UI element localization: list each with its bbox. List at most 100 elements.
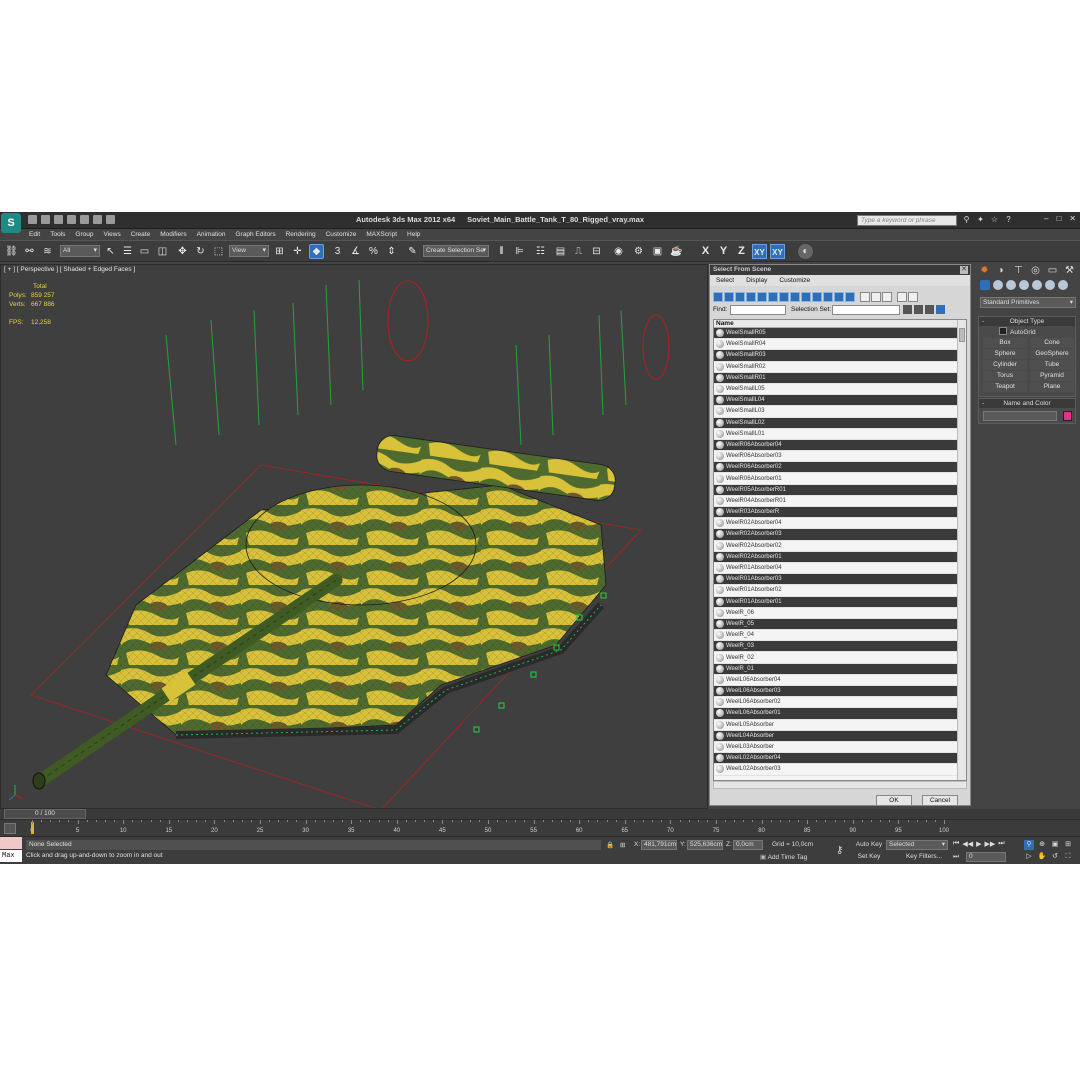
- pan-icon[interactable]: ✋: [1037, 852, 1047, 862]
- key-mode-toggle-icon[interactable]: ⏭: [953, 853, 959, 861]
- list-item[interactable]: WeelSmallL01: [714, 428, 959, 440]
- named-selection-dropdown[interactable]: Create Selection Se: [423, 245, 489, 257]
- list-item[interactable]: WeelR01Absorber04: [714, 562, 959, 575]
- render-teapot-icon[interactable]: ◐: [798, 244, 813, 259]
- field-of-view-icon[interactable]: ▷: [1024, 852, 1034, 862]
- key-icon[interactable]: ✦: [976, 215, 985, 224]
- add-time-tag[interactable]: Add Time Tag: [760, 853, 808, 861]
- bind-space-warp-icon[interactable]: ≋: [40, 244, 55, 259]
- time-slider-thumb[interactable]: 0 / 100: [4, 809, 86, 819]
- filter-containers-icon[interactable]: [812, 292, 822, 302]
- list-item[interactable]: WeelR06Absorber04: [714, 439, 959, 452]
- list-item[interactable]: WeelR06Absorber02: [714, 462, 959, 474]
- zoom-all-icon[interactable]: ⊕: [1037, 840, 1047, 850]
- auto-key-button[interactable]: Auto Key: [854, 840, 884, 850]
- percent-snap-icon[interactable]: %: [366, 244, 381, 259]
- x-coordinate-field[interactable]: 481,791cm: [641, 840, 677, 850]
- menu-views[interactable]: Views: [98, 229, 125, 240]
- axis-x-button[interactable]: X: [698, 244, 713, 259]
- list-item[interactable]: WeelL05Absorber: [714, 719, 959, 731]
- keyboard-shortcut-override-icon[interactable]: ◆: [309, 244, 324, 259]
- binoculars-icon[interactable]: ⚲: [962, 215, 971, 224]
- list-item[interactable]: WeelL06Absorber04: [714, 674, 959, 686]
- filter-hidden-icon[interactable]: [834, 292, 844, 302]
- render-setup-icon[interactable]: ⚙: [631, 244, 646, 259]
- list-item[interactable]: WeelR_05: [714, 618, 959, 631]
- select-none-icon[interactable]: [871, 292, 881, 302]
- list-item[interactable]: WeelSmallR05: [714, 328, 959, 340]
- menu-modifiers[interactable]: Modifiers: [155, 229, 191, 240]
- maxscript-listener[interactable]: Max: [0, 837, 22, 863]
- filter-funnel-icon[interactable]: [897, 292, 907, 302]
- maxscript-input[interactable]: Max: [0, 850, 22, 862]
- geometry-icon[interactable]: [980, 280, 990, 290]
- zoom-extents-icon[interactable]: ▣: [1050, 840, 1060, 850]
- lights-icon[interactable]: [1006, 280, 1016, 290]
- cancel-button[interactable]: Cancel: [922, 795, 958, 806]
- list-item[interactable]: WeelR_01: [714, 663, 959, 675]
- lock-selection-icon[interactable]: 🔒: [606, 841, 614, 849]
- goto-end-icon[interactable]: ⏭: [998, 840, 1004, 848]
- scene-object-list[interactable]: Name WeelSmallR05 WeelSmallR04 WeelSmallR0…: [713, 319, 967, 781]
- key-filters-button[interactable]: Key Filters...: [900, 852, 948, 862]
- list-item[interactable]: WeelR01Absorber03: [714, 574, 959, 586]
- filter-frozen-icon[interactable]: [823, 292, 833, 302]
- filter-xrefs-icon[interactable]: [790, 292, 800, 302]
- list-vertical-scrollbar[interactable]: [957, 320, 966, 780]
- select-object-icon[interactable]: ↖: [103, 244, 118, 259]
- list-item[interactable]: WeelR01Absorber01: [714, 596, 959, 608]
- filter-groups-icon[interactable]: [779, 292, 789, 302]
- zoom-icon[interactable]: ⚲: [1024, 840, 1034, 850]
- select-manipulate-icon[interactable]: ✛: [290, 244, 305, 259]
- list-item[interactable]: WeelSmallR03: [714, 350, 959, 362]
- list-item[interactable]: WeelSmallL05: [714, 383, 959, 396]
- link-icon[interactable]: ⛓: [4, 244, 19, 259]
- ok-button[interactable]: OK: [876, 795, 912, 806]
- cameras-icon[interactable]: [1019, 280, 1029, 290]
- list-horizontal-scrollbar[interactable]: [713, 781, 967, 789]
- maxscript-output[interactable]: [0, 837, 22, 849]
- list-item[interactable]: WeelL03Absorber: [714, 741, 959, 754]
- unlink-icon[interactable]: ⚯: [22, 244, 37, 259]
- menu-edit[interactable]: Edit: [24, 229, 45, 240]
- menu-graph-editors[interactable]: Graph Editors: [231, 229, 281, 240]
- maximize-icon[interactable]: □: [1056, 214, 1061, 223]
- layer-manager-icon[interactable]: ☷: [533, 244, 548, 259]
- graphite-toggle-icon[interactable]: ▤: [553, 244, 568, 259]
- rotate-icon[interactable]: ↻: [193, 244, 208, 259]
- object-name-field[interactable]: [983, 411, 1057, 421]
- object-type-header[interactable]: - Object Type: [979, 317, 1075, 326]
- dialog-close-icon[interactable]: ✕: [960, 266, 968, 274]
- menu-maxscript[interactable]: MAXScript: [361, 229, 402, 240]
- find-input[interactable]: [730, 305, 786, 315]
- maximize-viewport-icon[interactable]: ⛶: [1063, 852, 1073, 862]
- snaps-toggle-icon[interactable]: 3: [330, 244, 345, 259]
- list-item[interactable]: WeelR_04: [714, 630, 959, 642]
- list-item[interactable]: WeelR02Absorber03: [714, 529, 959, 541]
- schematic-view-icon[interactable]: ⊟: [589, 244, 604, 259]
- list-item[interactable]: WeelL02Absorber04: [714, 753, 959, 765]
- dialog-menu-customize[interactable]: Customize: [773, 275, 816, 286]
- list-item[interactable]: WeelR04AbsorberR01: [714, 495, 959, 507]
- object-color-swatch[interactable]: [1063, 411, 1072, 421]
- list-item[interactable]: WeelL02Absorber03: [714, 764, 959, 776]
- filter-geometry-icon[interactable]: [713, 292, 723, 302]
- axis-xy-button[interactable]: XY: [752, 244, 767, 259]
- list-item[interactable]: WeelR02Absorber04: [714, 518, 959, 530]
- favorites-icon[interactable]: ☆: [990, 215, 999, 224]
- material-editor-icon[interactable]: ◉: [611, 244, 626, 259]
- select-influences-icon[interactable]: [925, 305, 934, 314]
- help-icon[interactable]: ?: [1004, 215, 1013, 224]
- column-header-name[interactable]: Name: [714, 320, 966, 328]
- select-invert-icon[interactable]: [882, 292, 892, 302]
- list-item[interactable]: WeelR_06: [714, 607, 959, 619]
- list-item[interactable]: WeelR_02: [714, 652, 959, 664]
- space-warps-icon[interactable]: [1045, 280, 1055, 290]
- menu-tools[interactable]: Tools: [45, 229, 70, 240]
- curve-editor-icon[interactable]: ⎍: [571, 244, 586, 259]
- list-item[interactable]: WeelR_03: [714, 641, 959, 653]
- menu-customize[interactable]: Customize: [321, 229, 362, 240]
- filter-spacewarps-icon[interactable]: [768, 292, 778, 302]
- filter-helpers-icon[interactable]: [757, 292, 767, 302]
- list-item[interactable]: WeelR06Absorber03: [714, 451, 959, 463]
